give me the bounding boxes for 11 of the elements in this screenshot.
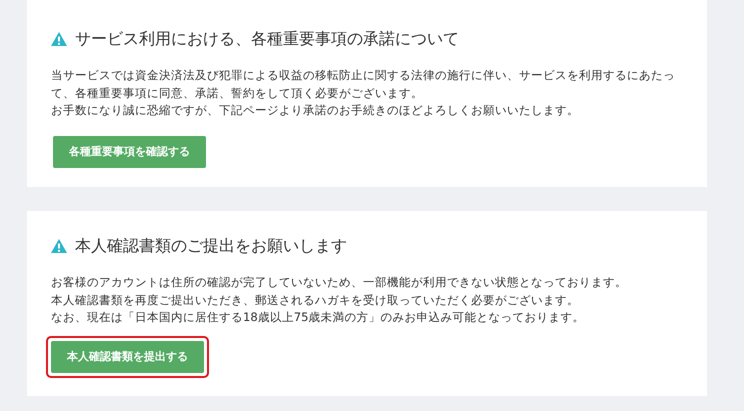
notice-text: 本人確認書類を再度ご提出いただき、郵送されるハガキを受け取っていただく必要がございます。 xyxy=(51,292,580,308)
notice-text: お客様のアカウントは住所の確認が完了していないため、一部機能が利用できない状態となっております。 xyxy=(51,274,628,291)
notice-text: お手数になり誠に恐縮ですが、下記ページより承諾のお手続きのほどよろしくお願いいたします。 xyxy=(51,102,580,119)
action-button[interactable]: 各種重要事項を確認する xyxy=(53,136,206,168)
action-button[interactable]: 本人確認書類を提出する xyxy=(51,340,204,372)
card-title: 本人確認書類のご提出をお願いします xyxy=(75,235,347,257)
card-title: サービス利用における、各種重要事項の承諾について xyxy=(75,28,459,50)
warning-icon xyxy=(51,32,67,46)
notice-text: なお、現在は「日本国内に居住する18歳以上75歳未満の方」のみお申込み可能となっております。 xyxy=(51,309,586,326)
warning-icon xyxy=(51,239,67,253)
notice-text: 当サービスでは資金決済法及び犯罪による収益の移転防止に関する法律の施行に伴い、サービスを利用するにあたって、各種重要事項に同意、承諾、誓約をして頂く必要がございます。 xyxy=(51,67,676,102)
